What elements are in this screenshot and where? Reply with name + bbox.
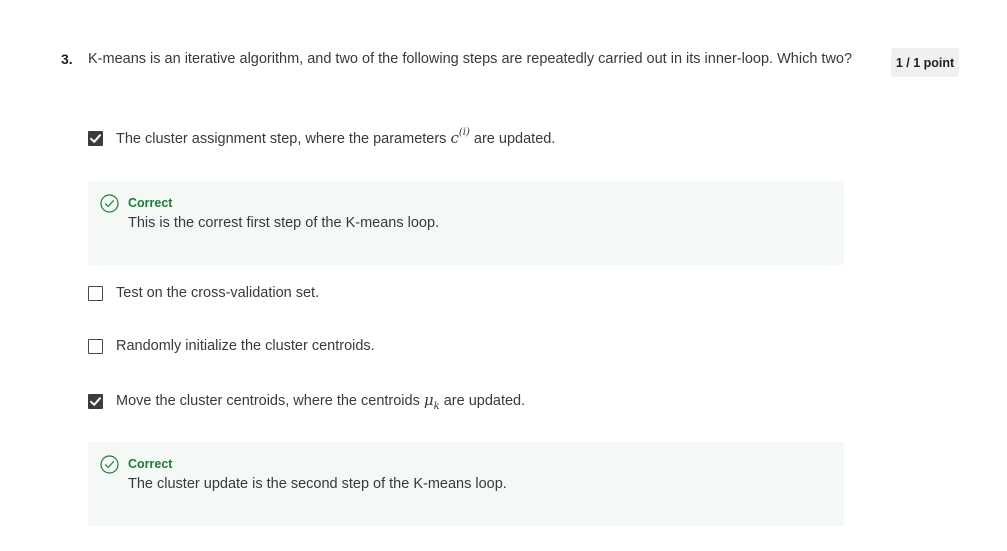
checkmark-icon [90, 397, 101, 406]
question-text: K-means is an iterative algorithm, and t… [88, 51, 853, 67]
score-badge: 1 / 1 point [891, 48, 959, 77]
option-label: The cluster assignment step, where the p… [116, 127, 556, 147]
checkbox-checked[interactable] [88, 130, 103, 146]
check-circle-icon [100, 455, 119, 474]
option-cross-validation[interactable]: Test on the cross-validation set. [88, 285, 319, 301]
check-circle-icon [100, 194, 119, 213]
option-cluster-assignment[interactable]: The cluster assignment step, where the p… [88, 127, 556, 147]
option-label: Move the cluster centroids, where the ce… [116, 391, 526, 412]
feedback-title: Correct [128, 457, 173, 471]
feedback-title: Correct [128, 196, 173, 210]
option-label: Randomly initialize the cluster centroid… [116, 338, 375, 354]
option-random-init[interactable]: Randomly initialize the cluster centroid… [88, 338, 375, 354]
checkbox-checked[interactable] [88, 394, 103, 409]
checkbox-unchecked[interactable] [88, 338, 103, 354]
feedback-text: The cluster update is the second step of… [128, 476, 507, 492]
option-label: Test on the cross-validation set. [116, 285, 320, 301]
feedback-panel-correct: Correct The cluster update is the second… [88, 442, 844, 526]
option-move-centroids[interactable]: Move the cluster centroids, where the ce… [88, 391, 525, 412]
question-number: 3. [61, 51, 73, 67]
feedback-text: This is the correst first step of the K-… [128, 215, 440, 231]
feedback-panel-correct: Correct This is the correst first step o… [88, 181, 844, 265]
math-mu-k: μk [423, 391, 440, 412]
math-c-i: c(i) [450, 127, 470, 147]
checkmark-icon [90, 133, 101, 143]
checkbox-unchecked[interactable] [88, 285, 103, 301]
